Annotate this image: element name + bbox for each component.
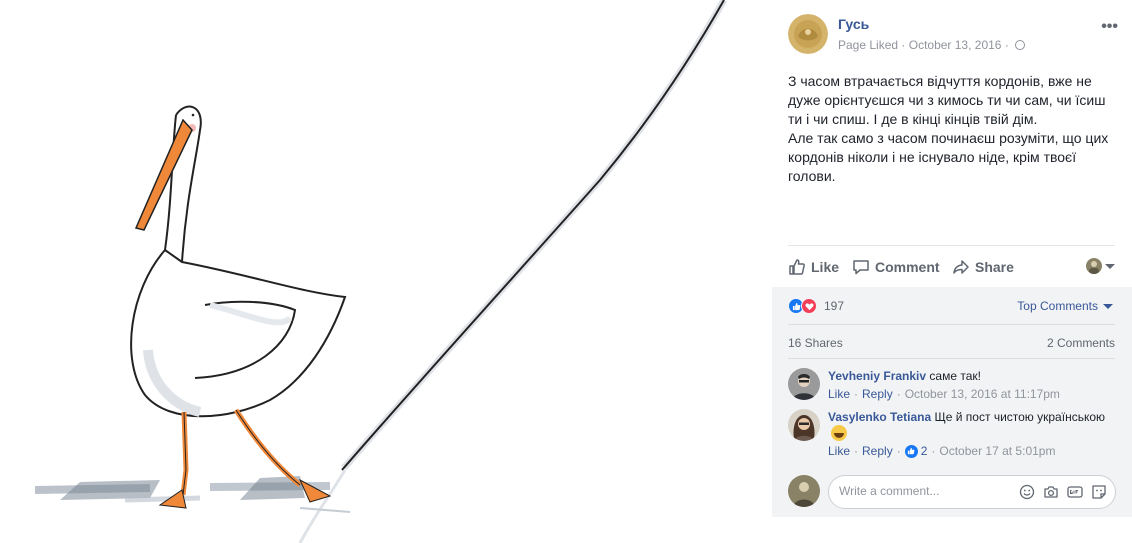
gif-icon[interactable] [1067,484,1083,500]
speech-bubble-icon [853,260,869,275]
globe-icon [1015,40,1026,50]
comment-reply-link[interactable]: Reply [862,443,893,459]
comment-meta: Like · Reply · October 13, 2016 at 11:17… [828,386,1116,402]
sticker-icon[interactable] [1091,484,1107,500]
comment-like-link[interactable]: Like [828,386,850,402]
post-photo[interactable] [0,0,772,543]
comment-time-link[interactable]: October 17 at 5:01pm [939,443,1055,459]
comment-meta: Like · Reply · 2 · October 17 at 5:01pm [828,443,1116,459]
comment-time-link[interactable]: October 13, 2016 at 11:17pm [905,386,1060,402]
meta-separator: · [931,444,936,458]
comment-like-count[interactable]: 2 [921,443,928,459]
post-text: З часом втрачається відчуття кордонів, в… [788,73,1109,184]
smiley-icon[interactable] [1019,484,1035,500]
comment-author-link[interactable]: Vasylenko Tetiana [828,410,931,424]
goose-illustration [34,0,728,543]
post-header: Гусь Page Liked · October 13, 2016 · ••• [788,14,1118,54]
meta-separator: · [1004,38,1009,52]
comment-sort-label: Top Comments [1017,299,1098,313]
meta-separator: · [896,387,901,401]
post-panel: Гусь Page Liked · October 13, 2016 · •••… [772,0,1132,543]
photo-viewer: Гусь Page Liked · October 13, 2016 · •••… [0,0,1132,543]
comments-section: 197 Top Comments 16 Shares 2 Comments Ye… [772,287,1132,517]
page-name-link[interactable]: Гусь [838,16,869,32]
shares-link[interactable]: 16 Shares [788,336,843,350]
comment-body: Yevheniy Frankiv саме так! Like · Reply … [828,368,1116,402]
post-meta: Page Liked · October 13, 2016 · [838,38,1026,52]
comment-body: Vasylenko Tetiana Ще й пост чистою украї… [828,409,1116,459]
share-button[interactable]: Share [952,258,1014,276]
chevron-down-icon [1103,303,1113,309]
love-reaction-icon [801,298,817,314]
meta-separator: · [854,387,859,401]
meta-separator: · [901,38,906,52]
comment-input-box[interactable] [828,475,1116,509]
comment-like-link[interactable]: Like [828,443,850,459]
reaction-icons[interactable] [788,298,817,314]
post-as-selector[interactable] [1086,258,1115,274]
like-button[interactable]: Like [788,258,839,276]
page-liked-label: Page Liked [838,38,899,52]
user-avatar [1086,258,1102,274]
meta-separator: · [896,444,901,458]
post-date-link[interactable]: October 13, 2016 [909,38,1002,52]
camera-icon[interactable] [1043,484,1059,500]
comment-reply-link[interactable]: Reply [862,386,893,402]
comments-count-link[interactable]: 2 Comments [1047,336,1115,350]
post-actions-bar: Like Comment Share [788,245,1115,287]
share-label: Share [975,259,1014,275]
comment-text: Ще й пост чистою українською [934,410,1106,424]
shares-row: 16 Shares 2 Comments [788,325,1115,359]
thumbs-up-icon [789,259,805,275]
like-label: Like [811,259,840,275]
share-arrow-icon [953,260,969,274]
reactions-row: 197 Top Comments [788,287,1115,325]
comment-input[interactable] [839,484,1009,498]
chevron-down-icon [1105,263,1115,269]
comment-composer [788,475,1118,509]
composer-icons [1019,484,1107,500]
commenter-avatar[interactable] [788,409,820,441]
page-avatar[interactable] [788,14,828,54]
like-reaction-icon [904,444,918,458]
grinning-emoji-icon [831,425,847,441]
reaction-count-link[interactable]: 197 [824,299,844,313]
comment-text: саме так! [929,369,981,383]
more-options-icon[interactable]: ••• [1101,18,1118,36]
user-avatar[interactable] [788,475,820,507]
comment-sort-dropdown[interactable]: Top Comments [1017,299,1113,313]
commenter-avatar[interactable] [788,368,820,400]
meta-separator: · [854,444,859,458]
comment-label: Comment [875,259,940,275]
comment-button[interactable]: Comment [852,258,940,276]
comment-author-link[interactable]: Yevheniy Frankiv [828,369,926,383]
